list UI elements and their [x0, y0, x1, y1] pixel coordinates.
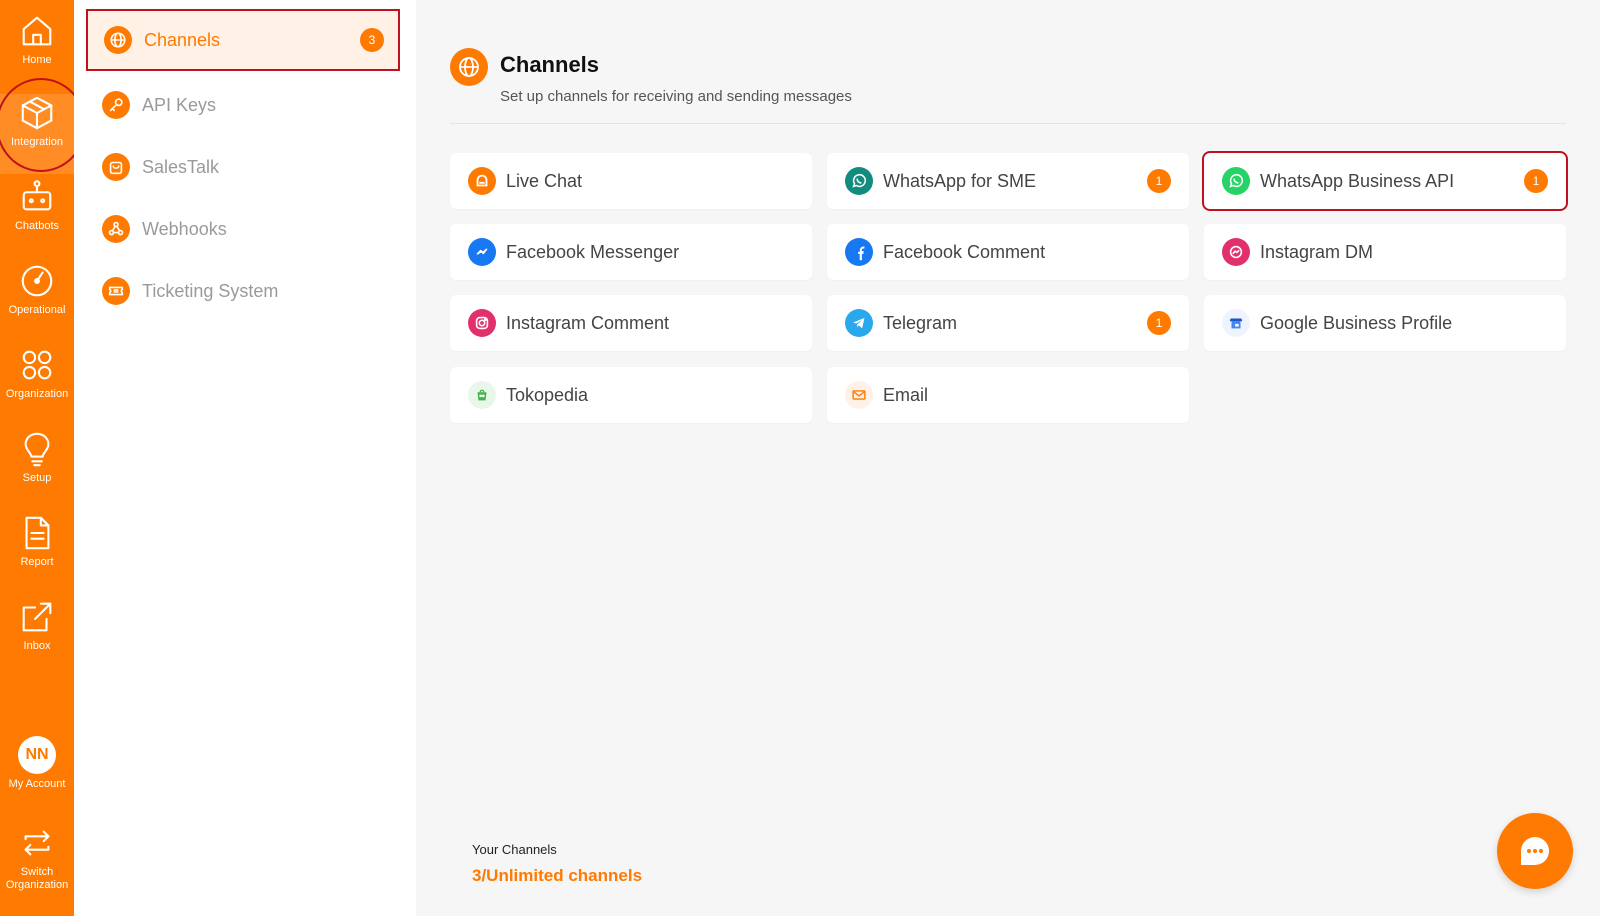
google-business-icon: [1222, 309, 1250, 337]
channel-card-whatsapp-business-api[interactable]: WhatsApp Business API 1: [1202, 151, 1568, 211]
subnav-label: SalesTalk: [142, 156, 220, 177]
rail-item-organization[interactable]: Organization: [0, 346, 74, 426]
facebook-icon: [845, 238, 873, 266]
rail-label-my-account: My Account: [8, 778, 66, 790]
rail-label-report: Report: [20, 556, 54, 568]
bulb-icon: [24, 432, 50, 467]
home-icon: [22, 16, 52, 46]
header-divider: [450, 123, 1566, 124]
subnav-label: API Keys: [142, 94, 217, 115]
subnav-label: Channels: [144, 29, 221, 50]
channel-label: Telegram: [883, 312, 958, 333]
channel-card-facebook-comment[interactable]: Facebook Comment: [827, 224, 1189, 280]
channel-label: WhatsApp Business API: [1260, 170, 1455, 191]
external-link-icon: [22, 602, 52, 632]
cube-icon: [21, 96, 53, 130]
instagram-dm-icon: [1222, 238, 1250, 266]
ticket-icon: [102, 277, 130, 305]
page-title: Channels: [500, 52, 600, 77]
document-icon: [25, 516, 50, 550]
subnav-label: Ticketing System: [142, 280, 279, 301]
rail-item-switch-organization[interactable]: Switch Organization: [0, 824, 74, 904]
channel-label: Instagram Comment: [506, 312, 670, 333]
subnav-item-webhooks[interactable]: Webhooks: [86, 198, 400, 260]
count-badge: 3: [360, 28, 384, 52]
rail-item-operational[interactable]: Operational: [0, 262, 74, 342]
rail-label-setup: Setup: [22, 472, 52, 484]
integration-subnav: Channels 3 API Keys SalesTalk Webhooks T…: [74, 0, 416, 916]
channel-card-instagram-dm[interactable]: Instagram DM: [1204, 224, 1566, 280]
subnav-label: Webhooks: [142, 218, 227, 239]
subnav-item-channels[interactable]: Channels 3: [86, 9, 400, 71]
channel-card-google-business-profile[interactable]: Google Business Profile: [1204, 295, 1566, 351]
gauge-icon: [21, 265, 53, 297]
rail-label-chatbots: Chatbots: [14, 220, 60, 232]
subnav-item-salestalk[interactable]: SalesTalk: [86, 136, 400, 198]
avatar: NN: [18, 736, 56, 774]
rail-item-setup[interactable]: Setup: [0, 430, 74, 510]
page-subtitle: Set up channels for receiving and sendin…: [500, 88, 852, 105]
rail-item-inbox[interactable]: Inbox: [0, 598, 74, 678]
your-channels-label: Your Channels: [472, 842, 557, 857]
telegram-icon: [845, 309, 873, 337]
channel-label: WhatsApp for SME: [883, 170, 1037, 191]
your-channels-count: 3/Unlimited channels: [472, 866, 643, 885]
channel-card-instagram-comment[interactable]: Instagram Comment: [450, 295, 812, 351]
webhook-icon: [102, 215, 130, 243]
channel-label: Email: [883, 384, 929, 405]
channel-label: Instagram DM: [1260, 241, 1374, 262]
rail-item-home[interactable]: Home: [0, 12, 74, 92]
key-icon: [102, 91, 130, 119]
rail-item-chatbots[interactable]: Chatbots: [0, 178, 74, 258]
channel-label: Tokopedia: [506, 384, 589, 405]
whatsapp-icon: [1222, 167, 1250, 195]
count-badge: 1: [1147, 311, 1171, 335]
rail-label-operational: Operational: [8, 304, 66, 316]
livechat-icon: [468, 167, 496, 195]
messenger-icon: [468, 238, 496, 266]
rail-label-switch-organization: Switch Organization: [5, 866, 69, 891]
channel-label: Google Business Profile: [1260, 312, 1453, 333]
email-icon: [845, 381, 873, 409]
rail-item-my-account[interactable]: NN My Account: [0, 736, 74, 816]
channel-card-email[interactable]: Email: [827, 367, 1189, 423]
channel-label: Facebook Comment: [883, 241, 1046, 262]
rail-label-organization: Organization: [5, 388, 69, 400]
channel-label: Live Chat: [506, 170, 583, 191]
channel-card-facebook-messenger[interactable]: Facebook Messenger: [450, 224, 812, 280]
channel-card-whatsapp-sme[interactable]: WhatsApp for SME 1: [827, 153, 1189, 209]
main-rail: Home Integration Chatbots Operational Or…: [0, 0, 86, 916]
switch-arrows-icon: [24, 830, 50, 856]
grid-circles-icon: [22, 350, 52, 380]
rail-item-report[interactable]: Report: [0, 514, 74, 594]
whatsapp-icon: [845, 167, 873, 195]
tokopedia-icon: [468, 381, 496, 409]
chat-bubble-icon: [1521, 837, 1549, 865]
bag-icon: [102, 153, 130, 181]
rail-item-integration[interactable]: Integration: [0, 94, 74, 174]
channel-card-live-chat[interactable]: Live Chat: [450, 153, 812, 209]
channel-card-tokopedia[interactable]: Tokopedia: [450, 367, 812, 423]
globe-icon: [450, 48, 488, 86]
rail-label-integration: Integration: [11, 136, 63, 148]
subnav-item-api-keys[interactable]: API Keys: [86, 74, 400, 136]
count-badge: 1: [1524, 169, 1548, 193]
rail-label-inbox: Inbox: [23, 640, 51, 652]
channel-card-telegram[interactable]: Telegram 1: [827, 295, 1189, 351]
rail-label-home: Home: [22, 54, 52, 66]
subnav-item-ticketing-system[interactable]: Ticketing System: [86, 260, 400, 322]
robot-icon: [22, 180, 52, 211]
chat-support-button[interactable]: [1497, 813, 1573, 889]
instagram-icon: [468, 309, 496, 337]
count-badge: 1: [1147, 169, 1171, 193]
channel-label: Facebook Messenger: [506, 241, 680, 262]
globe-icon: [104, 26, 132, 54]
